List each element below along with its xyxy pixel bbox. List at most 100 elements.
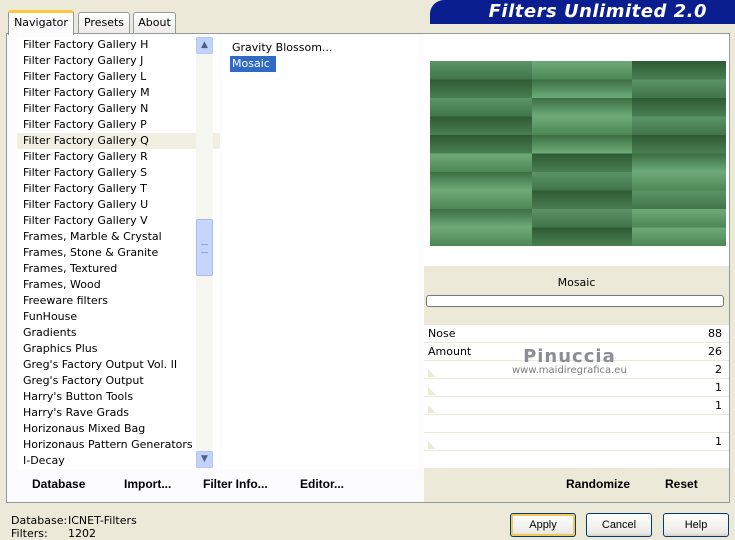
app-title: Filters Unlimited 2.0 <box>488 1 707 22</box>
filter-list[interactable]: Gravity Blossom... Mosaic <box>222 37 418 469</box>
filter-item-selected[interactable]: Mosaic <box>230 56 276 72</box>
filter-item[interactable]: Gravity Blossom... <box>230 40 332 56</box>
reset-button[interactable]: Reset <box>665 477 698 491</box>
parameter-value: 88 <box>708 327 722 340</box>
parameter-value: 2 <box>715 363 722 376</box>
apply-button[interactable]: Apply <box>510 513 576 537</box>
help-button[interactable]: Help <box>663 513 729 537</box>
mosaic-tile <box>532 227 632 246</box>
category-item[interactable]: Filter Factory Gallery J <box>17 53 220 69</box>
mosaic-tile <box>632 209 726 228</box>
scroll-thumb[interactable] <box>196 219 213 276</box>
category-item[interactable]: Filter Factory Gallery Q <box>17 133 220 149</box>
preview-frame <box>424 34 729 266</box>
parameter-label: Amount <box>428 345 472 358</box>
mosaic-tile <box>632 135 726 154</box>
parameter-row[interactable] <box>424 451 729 469</box>
category-item[interactable]: Filter Factory Gallery R <box>17 149 220 165</box>
category-item[interactable]: Filter Factory Gallery S <box>17 165 220 181</box>
mosaic-tile <box>532 79 632 99</box>
category-item[interactable]: Graphics Plus <box>17 341 220 357</box>
category-item[interactable]: Greg's Factory Output Vol. II <box>17 357 220 373</box>
mosaic-tile <box>632 190 726 210</box>
mosaic-tile <box>430 153 532 173</box>
category-item[interactable]: Filter Factory Gallery U <box>17 197 220 213</box>
category-item[interactable]: Horizonaus Pattern Generators <box>17 437 220 453</box>
category-item[interactable]: Frames, Marble & Crystal <box>17 229 220 245</box>
category-item[interactable]: Frames, Stone & Granite <box>17 245 220 261</box>
category-item[interactable]: Harry's Rave Grads <box>17 405 220 421</box>
mosaic-tile <box>430 79 532 99</box>
category-item[interactable]: Gradients <box>17 325 220 341</box>
filter-info-button[interactable]: Filter Info... <box>203 477 268 491</box>
mosaic-tile <box>632 153 726 173</box>
database-label: Database: <box>11 514 68 527</box>
left-action-bar: Database Import... Filter Info... Editor… <box>17 472 417 500</box>
parameter-row[interactable]: 1 <box>424 433 729 451</box>
tab-presets[interactable]: Presets <box>78 12 130 34</box>
editor-button[interactable]: Editor... <box>300 477 344 491</box>
navigator-panel: Filter Factory Gallery H Filter Factory G… <box>6 33 730 503</box>
parameter-row[interactable]: Nose 88 <box>424 325 729 343</box>
randomize-button[interactable]: Randomize <box>566 477 630 491</box>
category-item[interactable]: FunHouse <box>17 309 220 325</box>
mosaic-tile <box>632 227 726 246</box>
mosaic-tile <box>532 135 632 154</box>
category-scrollbar[interactable]: ▲ ▼ <box>196 37 213 468</box>
mosaic-tile <box>632 79 726 99</box>
filters-count-label: Filters: <box>11 527 48 540</box>
parameter-row[interactable] <box>424 415 729 433</box>
category-item[interactable]: Horizonaus Mixed Bag <box>17 421 220 437</box>
slider-tick-icon <box>428 369 436 377</box>
import-button[interactable]: Import... <box>124 477 171 491</box>
mosaic-tile <box>430 135 532 154</box>
tab-about[interactable]: About <box>133 12 176 34</box>
category-item[interactable]: Filter Factory Gallery H <box>17 37 220 53</box>
filters-count-value: 1202 <box>68 527 96 540</box>
database-button[interactable]: Database <box>32 477 85 491</box>
scroll-up-icon[interactable]: ▲ <box>196 37 213 54</box>
mosaic-tile <box>430 172 532 191</box>
category-item[interactable]: Filter Factory Gallery V <box>17 213 220 229</box>
cancel-button[interactable]: Cancel <box>586 513 652 537</box>
mosaic-tile <box>532 209 632 228</box>
database-value: ICNET-Filters <box>68 514 137 527</box>
category-item[interactable]: Filter Factory Gallery M <box>17 85 220 101</box>
category-item[interactable]: Greg's Factory Output <box>17 373 220 389</box>
mosaic-tile <box>430 190 532 210</box>
category-item[interactable]: Frames, Wood <box>17 277 220 293</box>
watermark-name: Pinuccia <box>523 346 616 367</box>
mosaic-tile <box>532 61 632 80</box>
mosaic-tile <box>532 190 632 210</box>
tab-navigator[interactable]: Navigator <box>8 10 74 35</box>
category-item[interactable]: Filter Factory Gallery P <box>17 117 220 133</box>
category-item[interactable]: Filter Factory Gallery N <box>17 101 220 117</box>
right-action-bar: Randomize Reset <box>424 472 729 500</box>
category-item[interactable]: Filter Factory Gallery L <box>17 69 220 85</box>
mosaic-tile <box>632 61 726 80</box>
scroll-down-icon[interactable]: ▼ <box>196 451 213 468</box>
mosaic-tile <box>532 172 632 191</box>
filter-title: Mosaic <box>557 276 596 289</box>
mosaic-tile <box>632 172 726 191</box>
database-info: Database:ICNET-Filters Filters: 1202 <box>11 514 137 540</box>
mosaic-tile <box>430 116 532 136</box>
title-banner: Filters Unlimited 2.0 <box>430 0 735 24</box>
mosaic-tile <box>632 116 726 136</box>
mosaic-tile <box>532 116 632 136</box>
mosaic-tile <box>430 98 532 117</box>
slider-tick-icon <box>428 405 436 413</box>
category-item[interactable]: Freeware filters <box>17 293 220 309</box>
watermark-url: www.maidiregrafica.eu <box>512 365 627 376</box>
category-item[interactable]: Harry's Button Tools <box>17 389 220 405</box>
slider-tick-icon <box>428 387 436 395</box>
category-list[interactable]: Filter Factory Gallery H Filter Factory G… <box>17 37 220 469</box>
category-item[interactable]: I-Decay <box>17 453 220 469</box>
preview-image <box>430 61 726 246</box>
category-item[interactable]: Filter Factory Gallery T <box>17 181 220 197</box>
category-item[interactable]: Frames, Textured <box>17 261 220 277</box>
parameter-row[interactable]: 1 <box>424 379 729 397</box>
mosaic-tile <box>532 98 632 117</box>
mosaic-tile <box>532 153 632 173</box>
parameter-row[interactable]: 1 <box>424 397 729 415</box>
